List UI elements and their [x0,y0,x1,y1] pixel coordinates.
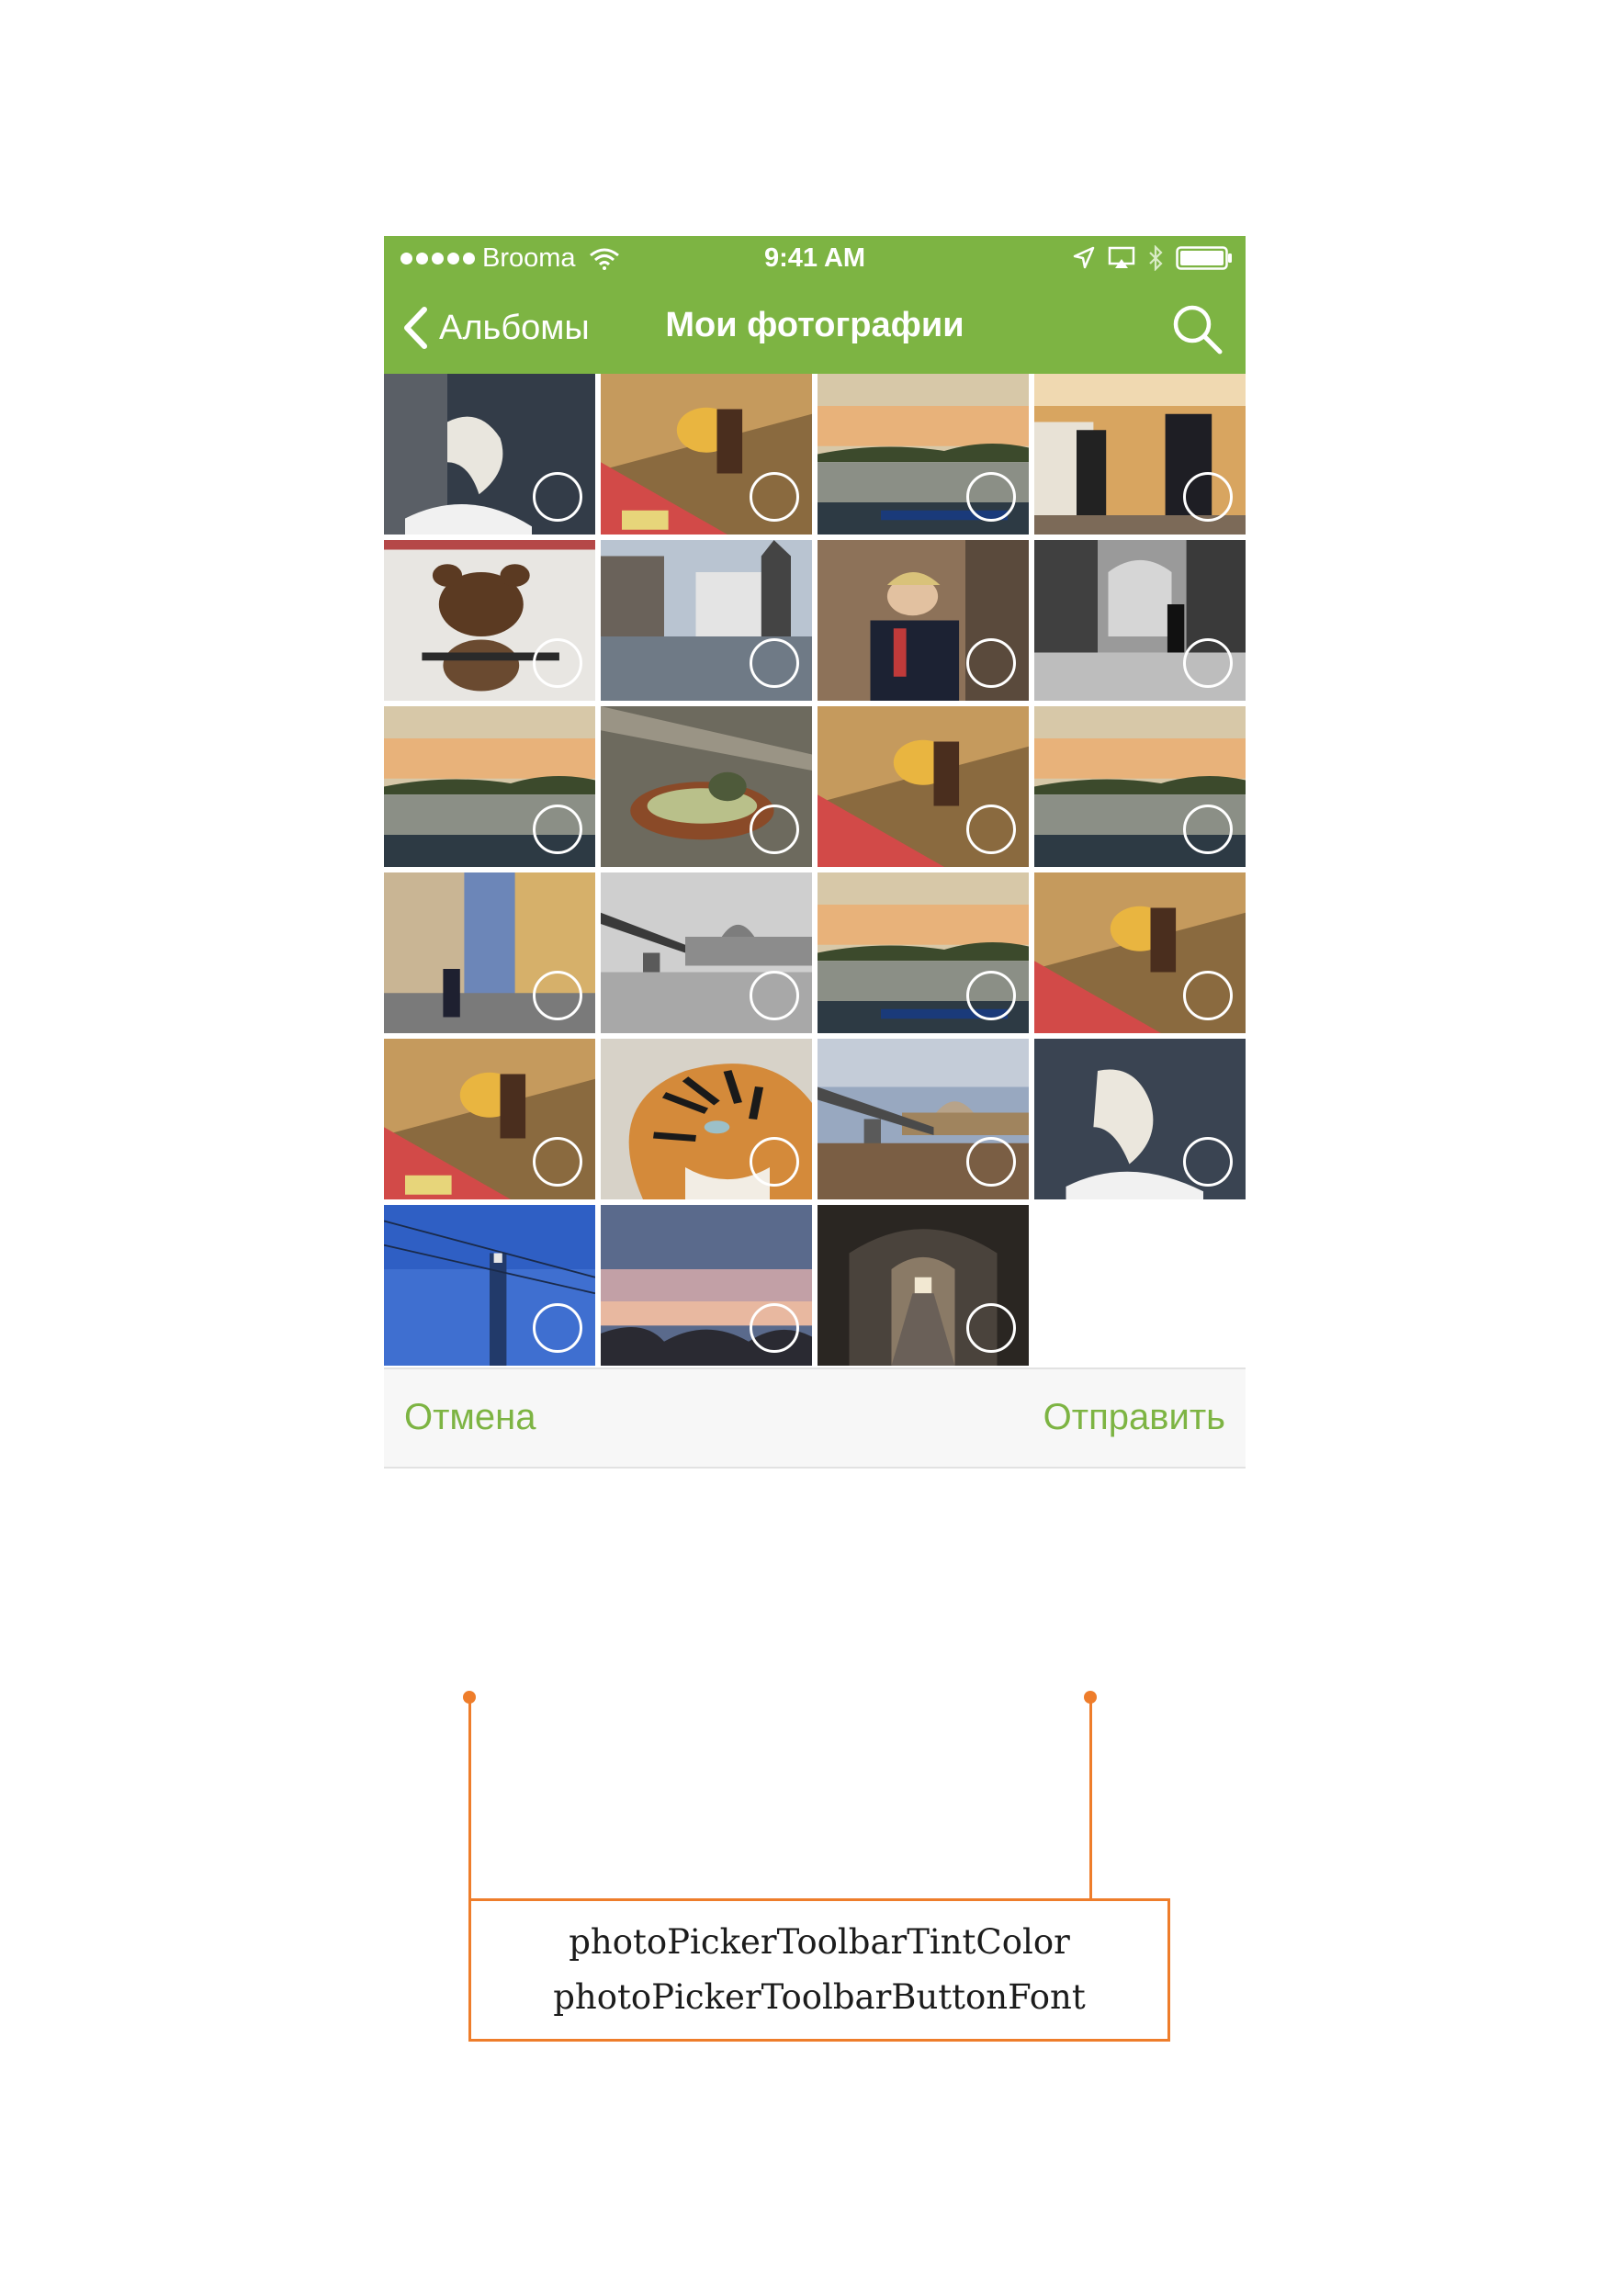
photo-thumbnail[interactable] [1034,872,1246,1033]
send-button[interactable]: Отправить [1043,1397,1225,1438]
search-icon[interactable] [1170,302,1224,355]
phone-screen: Brooma 9:41 AM Альбомы Мои фотографии От… [384,236,1246,1766]
select-circle[interactable] [750,638,799,688]
select-circle[interactable] [533,805,582,854]
photo-thumbnail[interactable] [384,706,595,867]
select-circle[interactable] [966,1137,1016,1187]
status-right [1073,245,1233,271]
select-circle[interactable] [966,1303,1016,1353]
bluetooth-icon [1149,245,1163,271]
photo-thumbnail[interactable] [384,374,595,535]
select-circle[interactable] [1183,638,1233,688]
photo-thumbnail[interactable] [601,374,812,535]
annotation-box: photoPickerToolbarTintColor photoPickerT… [468,1898,1170,2042]
photo-thumbnail[interactable] [384,540,595,701]
select-circle[interactable] [533,472,582,522]
select-circle[interactable] [533,1303,582,1353]
photo-picker-toolbar: Отмена Отправить [384,1367,1246,1469]
photo-thumbnail[interactable] [1034,540,1246,701]
photo-thumbnail[interactable] [601,706,812,867]
photo-grid [384,374,1246,1366]
photo-thumbnail[interactable] [1034,706,1246,867]
select-circle[interactable] [750,805,799,854]
empty-cell [1034,1205,1246,1366]
select-circle[interactable] [533,638,582,688]
select-circle[interactable] [966,971,1016,1020]
cancel-button[interactable]: Отмена [404,1397,536,1438]
photo-thumbnail[interactable] [1034,374,1246,535]
select-circle[interactable] [750,1303,799,1353]
select-circle[interactable] [533,1137,582,1187]
select-circle[interactable] [1183,971,1233,1020]
select-circle[interactable] [966,638,1016,688]
photo-thumbnail[interactable] [384,1205,595,1366]
photo-thumbnail[interactable] [818,1039,1029,1199]
status-bar: Brooma 9:41 AM [384,236,1246,282]
annotation-line-1: photoPickerToolbarTintColor [569,1922,1070,1962]
photo-thumbnail[interactable] [1034,1039,1246,1199]
navigation-bar: Альбомы Мои фотографии [384,282,1246,374]
annotation-line-2: photoPickerToolbarButtonFont [553,1977,1086,2017]
photo-thumbnail[interactable] [818,1205,1029,1366]
select-circle[interactable] [750,1137,799,1187]
photo-thumbnail[interactable] [601,1039,812,1199]
photo-thumbnail[interactable] [384,1039,595,1199]
photo-thumbnail[interactable] [818,374,1029,535]
leader-line-send [1089,1697,1092,1899]
select-circle[interactable] [1183,805,1233,854]
photo-thumbnail[interactable] [818,872,1029,1033]
photo-thumbnail[interactable] [384,872,595,1033]
select-circle[interactable] [966,805,1016,854]
leader-line-cancel [468,1697,471,1899]
photo-thumbnail[interactable] [818,540,1029,701]
photo-thumbnail[interactable] [601,872,812,1033]
airplay-icon [1108,246,1135,268]
photo-thumbnail[interactable] [601,1205,812,1366]
photo-thumbnail[interactable] [601,540,812,701]
select-circle[interactable] [533,971,582,1020]
select-circle[interactable] [750,472,799,522]
page-title: Мои фотографии [665,306,964,344]
select-circle[interactable] [966,472,1016,522]
select-circle[interactable] [750,971,799,1020]
photo-thumbnail[interactable] [818,706,1029,867]
select-circle[interactable] [1183,1137,1233,1187]
location-arrow-icon [1073,246,1095,269]
battery-icon [1176,246,1232,270]
select-circle[interactable] [1183,472,1233,522]
